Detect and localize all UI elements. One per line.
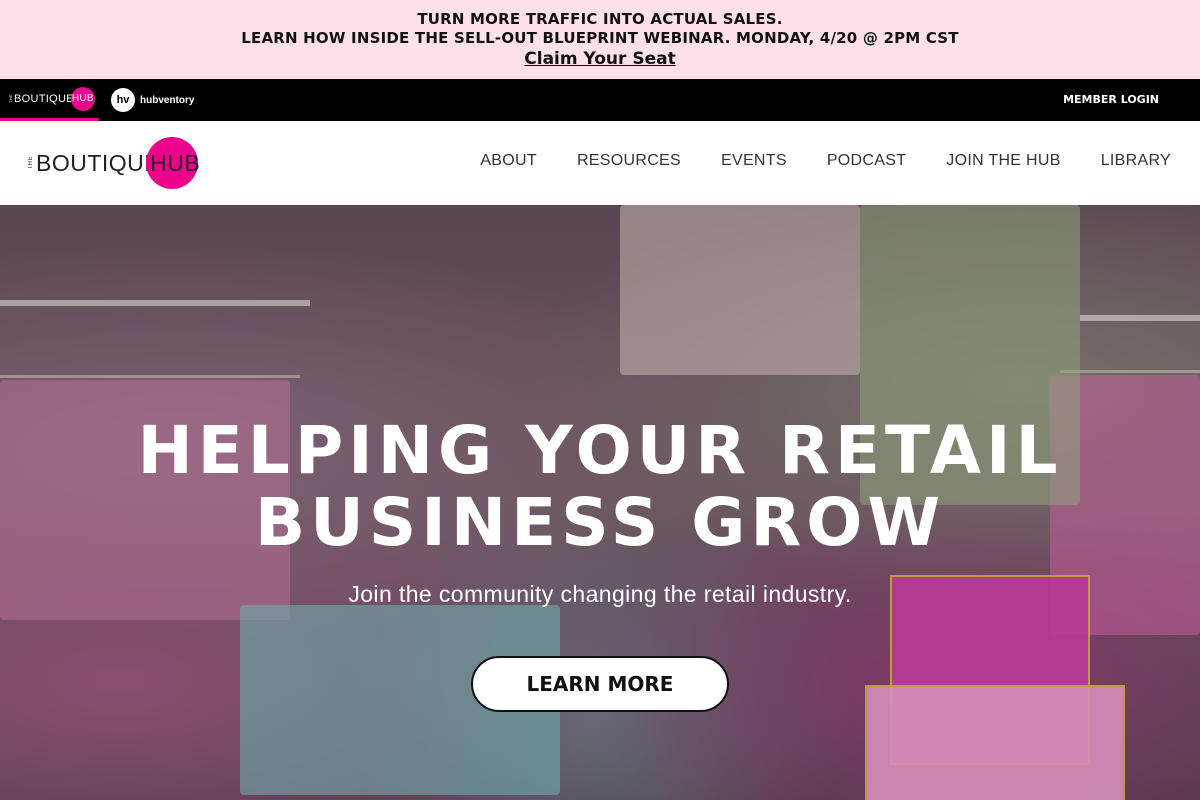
site-header: THE BOUTIQUE HUB ABOUT RESOURCES EVENTS … <box>0 121 1200 205</box>
member-login-link[interactable]: MEMBER LOGIN <box>1063 93 1159 106</box>
hubventory-logo-text: hubventory <box>140 94 195 106</box>
site-logo[interactable]: THE BOUTIQUE HUB <box>28 136 201 190</box>
nav-podcast[interactable]: PODCAST <box>827 152 906 170</box>
mini-logo-the: THE <box>8 94 13 103</box>
hero-title-line1: HELPING YOUR RETAIL <box>137 412 1063 489</box>
mini-logo-boutique: BOUTIQUE <box>14 92 74 105</box>
boutique-hub-brand-tab[interactable]: THE BOUTIQUE HUB <box>0 79 99 121</box>
brand-switcher-bar: THE BOUTIQUE HUB hv hubventory MEMBER LO… <box>0 79 1200 121</box>
hubventory-brand-link[interactable]: hv hubventory <box>111 88 194 112</box>
promo-banner: TURN MORE TRAFFIC INTO ACTUAL SALES. LEA… <box>0 0 1200 79</box>
hubventory-logo-icon: hv <box>111 88 135 112</box>
nav-resources[interactable]: RESOURCES <box>577 152 681 170</box>
nav-library[interactable]: LIBRARY <box>1101 152 1171 170</box>
logo-hub: HUB <box>150 149 201 176</box>
logo-the: THE <box>28 156 34 170</box>
clothing-rack <box>1060 370 1200 373</box>
hero-title-line2: BUSINESS GROW <box>254 484 946 561</box>
clothing-rack <box>0 375 300 378</box>
main-nav: ABOUT RESOURCES EVENTS PODCAST JOIN THE … <box>480 152 1171 170</box>
boutique-hub-mini-logo: THE BOUTIQUE HUB <box>8 86 95 111</box>
hero-title: HELPING YOUR RETAIL BUSINESS GROW <box>0 415 1200 559</box>
promo-webinar-text: LEARN HOW INSIDE THE SELL-OUT BLUEPRINT … <box>241 29 959 47</box>
logo-boutique: BOUTIQUE <box>36 149 161 176</box>
nav-events[interactable]: EVENTS <box>721 152 787 170</box>
mini-logo-hub: HUB <box>70 86 95 111</box>
nav-join-the-hub[interactable]: JOIN THE HUB <box>946 152 1060 170</box>
store-shelf <box>0 300 310 306</box>
logo-hub-circle: HUB <box>146 137 201 189</box>
hero-subtitle: Join the community changing the retail i… <box>348 581 852 607</box>
learn-more-button[interactable]: LEARN MORE <box>471 656 729 712</box>
claim-seat-link[interactable]: Claim Your Seat <box>524 49 675 69</box>
hero-section: HELPING YOUR RETAIL BUSINESS GROW Join t… <box>0 205 1200 800</box>
nav-about[interactable]: ABOUT <box>480 152 537 170</box>
clothing-display <box>620 205 860 375</box>
promo-headline: TURN MORE TRAFFIC INTO ACTUAL SALES. <box>417 10 783 28</box>
gift-box <box>865 685 1125 800</box>
store-shelf <box>1080 315 1200 321</box>
